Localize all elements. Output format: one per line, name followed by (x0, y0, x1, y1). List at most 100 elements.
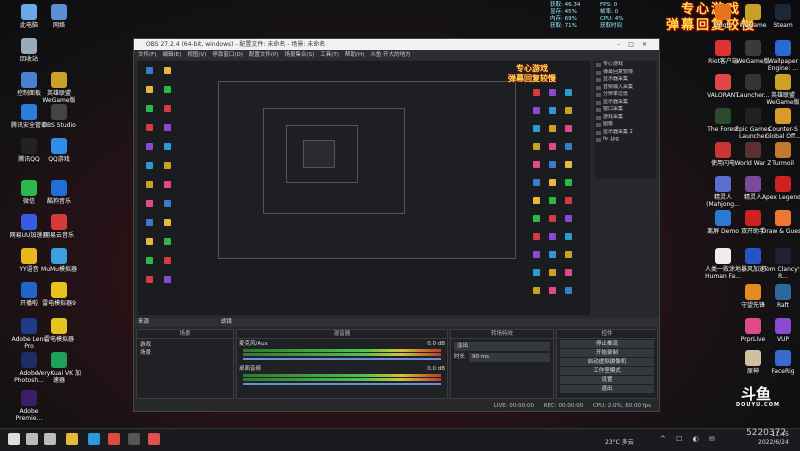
settings-icon[interactable] (148, 433, 160, 445)
obs-window[interactable]: OBS 27.2.4 (64-bit, windows) - 配置文件: 未命名… (133, 38, 660, 412)
desktop-icon[interactable]: VeryKuai VK 加速器 (36, 352, 82, 384)
desktop-icon[interactable]: 英雄联盟WeGame版 (760, 74, 800, 106)
app-icon (775, 74, 791, 90)
menu-item[interactable]: 场景集合(S) (284, 50, 314, 60)
duration-input[interactable]: 90 ms (469, 353, 550, 362)
desktop-icon[interactable]: 网络 (36, 4, 82, 29)
system-tray[interactable]: ^ ☐ ◐ ✉ (660, 435, 719, 443)
source-item[interactable]: 窗口采集 (594, 106, 656, 114)
desktop-icon[interactable]: 网易云音乐 (36, 214, 82, 239)
live-timer: LIVE: 00:00:00 (493, 403, 534, 409)
edge-icon[interactable] (88, 433, 100, 445)
app-icon (21, 4, 37, 20)
desktop-icon[interactable]: Counter-S Global Off... (760, 108, 800, 140)
tab-filters[interactable]: 滤镜 (221, 319, 232, 325)
source-item[interactable]: 弹幕回复较慢 (594, 69, 656, 77)
control-button[interactable]: 停止推流 (560, 340, 654, 348)
mini-desktop-icon (146, 219, 153, 226)
scene-item[interactable]: 场景 (140, 349, 230, 357)
weather-widget[interactable]: 23°C 多云 (605, 437, 634, 446)
app-icon (51, 214, 67, 230)
menu-item[interactable]: 帮助(H) (345, 50, 364, 60)
source-item[interactable]: 分辨率过低 (594, 91, 656, 99)
desktop-icon-label: Draw & Guess (761, 228, 800, 235)
obs-icon[interactable] (128, 433, 140, 445)
mini-desktop-icon (533, 179, 540, 186)
source-item[interactable]: 显示器采集 (594, 99, 656, 107)
mini-desktop-icon (533, 215, 540, 222)
desktop-icon-label: Tom Clancy's R... (763, 266, 800, 280)
source-item[interactable]: 音频输入采集 (594, 84, 656, 92)
desktop-icon[interactable]: FaceRig (760, 350, 800, 375)
control-button[interactable]: 退出 (560, 385, 654, 393)
desktop-icon[interactable]: OBS Studio (36, 104, 82, 129)
desktop-icon[interactable]: Turmoil (760, 142, 800, 167)
scene-item[interactable]: 游戏 (140, 341, 230, 349)
desktop-icon-label: MuMu模拟器 (41, 266, 77, 273)
scenes-title: 场景 (137, 330, 233, 339)
menu-item[interactable]: 停靠窗口(D) (212, 50, 243, 60)
menu-item[interactable]: 工具(T) (320, 50, 339, 60)
menu-item[interactable]: 文件(F) (138, 50, 156, 60)
desktop-icon-label: Raft (776, 302, 790, 309)
desktop-icon[interactable]: Steam (760, 4, 800, 29)
file-explorer-icon[interactable] (66, 433, 78, 445)
transition-select[interactable]: 淡出 (454, 342, 550, 351)
window-controls[interactable]: –□✕ (617, 39, 655, 50)
mini-desktop-icon (565, 233, 572, 240)
control-button[interactable]: 工作室模式 (560, 367, 654, 375)
source-item[interactable]: fe .jpg (594, 136, 656, 144)
volume-slider[interactable] (243, 383, 441, 385)
desktop-icon[interactable]: QQ游戏 (36, 138, 82, 163)
source-item[interactable]: 专心游戏 (594, 61, 656, 69)
desktop-icon[interactable]: Adobe Premie... (6, 390, 52, 422)
menu-item[interactable]: 斗鱼·开大的地方 (370, 50, 410, 60)
app-icon (51, 4, 67, 20)
start-icon[interactable] (8, 433, 20, 445)
desktop-icon[interactable]: 雷电模拟器 (36, 318, 82, 343)
app-icon (51, 318, 67, 334)
app-icon (21, 214, 37, 230)
mini-desktop-icon (146, 86, 153, 93)
window-titlebar[interactable]: OBS 27.2.4 (64-bit, windows) - 配置文件: 未命名… (134, 39, 659, 50)
mini-desktop-icon (533, 251, 540, 258)
desktop-icon[interactable]: MuMu模拟器 (36, 248, 82, 273)
desktop-icon[interactable]: 英雄联盟WeGame版 (36, 72, 82, 104)
menu-item[interactable]: 编辑(E) (162, 50, 181, 60)
desktop-icon[interactable]: Tom Clancy's R... (760, 248, 800, 280)
menu-item[interactable]: 视图(V) (187, 50, 206, 60)
source-item[interactable]: 图像 (594, 121, 656, 129)
desktop-icon[interactable]: Raft (760, 284, 800, 309)
desktop-icon[interactable]: Wallpaper Engine: ... (760, 40, 800, 72)
desktop-icon-label: 英雄联盟WeGame版 (766, 92, 800, 106)
app-icon (51, 72, 67, 88)
app-icon (745, 176, 761, 192)
taskview-icon[interactable] (44, 433, 56, 445)
sources-list[interactable]: 专心游戏 弹幕回复较慢 显示器采集 音频输入采集 分辨率过低 显示器采集 窗口采集 游戏采集图… (594, 61, 656, 179)
desktop-icon[interactable]: Draw & Guess (760, 210, 800, 235)
search-icon[interactable] (26, 433, 38, 445)
control-button[interactable]: 开始录制 (560, 349, 654, 357)
desktop-icon[interactable]: 雷电模拟器9 (36, 282, 82, 307)
mini-desktop-icon (549, 125, 556, 132)
source-item[interactable]: 游戏采集 (594, 114, 656, 122)
app-icon (745, 40, 761, 56)
stat-text: 内存: 69% (550, 16, 577, 22)
app-icon (715, 248, 731, 264)
control-button[interactable]: 设置 (560, 376, 654, 384)
menu-item[interactable]: 配置文件(P) (249, 50, 279, 60)
source-item[interactable]: 显示器采集 2 (594, 129, 656, 137)
desktop-icon[interactable]: Apex Legends (760, 176, 800, 201)
chrome-icon[interactable] (108, 433, 120, 445)
desktop-icon[interactable]: VUP (760, 318, 800, 343)
tab-sources[interactable]: 来源 (138, 319, 149, 325)
mini-desktop-icon (164, 124, 171, 131)
source-item[interactable]: 显示器采集 (594, 76, 656, 84)
desktop-icon[interactable]: 酷狗音乐 (36, 180, 82, 205)
desktop-icon[interactable]: 回收站 (6, 38, 52, 63)
obs-preview-canvas[interactable]: 专心游戏 弹幕回复较慢 (138, 61, 590, 315)
clock-date: 2022/6/24 (758, 439, 789, 446)
stat-text: CPU: 4% (600, 16, 624, 22)
volume-slider[interactable] (243, 358, 441, 360)
control-button[interactable]: 启动虚拟摄像机 (560, 358, 654, 366)
